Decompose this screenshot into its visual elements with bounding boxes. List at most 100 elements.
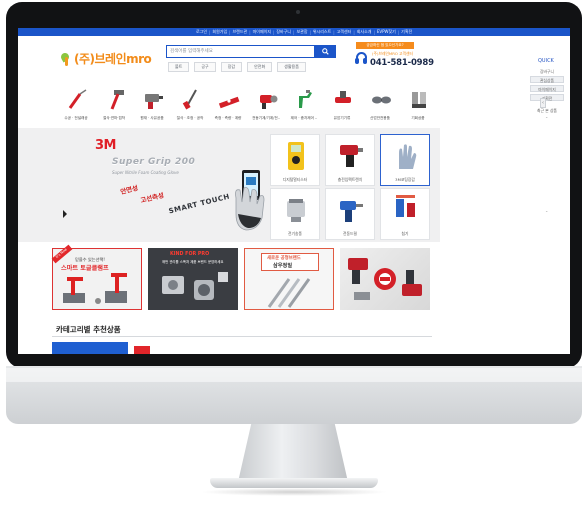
product-tile[interactable]: 충전임팩트렌치 <box>325 134 375 186</box>
util-separator: | <box>229 29 231 35</box>
category-8[interactable]: 유압기기류 <box>324 82 360 130</box>
utility-links: 로그인 | 회원가입 | 브랜드관 | 마이페이지 | 장바구니 | 보관함 | 위시리스트 | 고객센터 |… <box>196 28 412 36</box>
hero-subtitle: Super Nitrile Foam Coating Glove <box>112 170 179 175</box>
category-6[interactable]: 전동기계/기계/전.. <box>248 82 284 130</box>
category-label: 기회상품 <box>411 116 425 120</box>
quick-item-mypage[interactable]: 마이페이지 <box>530 85 564 92</box>
valve-icon <box>332 88 354 110</box>
category-3[interactable]: 원재 · 사유공품 <box>134 82 170 130</box>
util-separator: | <box>309 29 311 35</box>
chevron-down-icon[interactable]: ⌄ <box>545 208 548 213</box>
cs-banner[interactable]: 궁금하신 점 있으신가요? <box>356 42 414 49</box>
headset-icon-right <box>363 58 367 64</box>
hero-banner[interactable] <box>18 128 440 242</box>
promo-line: 매번 관리를 스폭처 제품 브랜드 문영하세요 <box>162 260 224 264</box>
category-5[interactable]: 측정 · 측량 · 계량 <box>210 82 246 130</box>
search-icon <box>321 48 329 55</box>
promo-line: 새로운 공형브랜드 <box>267 256 301 261</box>
electric-drill-icon <box>338 195 364 225</box>
cs-phone: 041-581-0989 <box>370 58 434 68</box>
util-link[interactable]: 장바구니 <box>276 28 291 36</box>
goggles-icon <box>370 88 392 110</box>
quick-recent-label: 최근 본 상품 <box>537 108 557 113</box>
cutter-icon <box>408 88 430 110</box>
grinder-icon <box>256 88 278 110</box>
category-4[interactable]: 절삭 · 조정 · 공작 <box>172 82 208 130</box>
util-link[interactable]: 고객센터 <box>337 28 352 36</box>
site-logo[interactable]: (주)브레인mro <box>60 50 152 67</box>
category-2[interactable]: 절삭·연마·접착 <box>96 82 132 130</box>
file-tool-icon <box>180 88 202 110</box>
product-tile-label: 충전임팩트렌치 <box>337 177 363 182</box>
hero-brand: 3M <box>95 138 116 153</box>
util-link[interactable]: 회원가입 <box>212 28 227 36</box>
blower-icon <box>283 195 309 225</box>
drill-icon <box>142 88 164 110</box>
util-link[interactable]: EVPW찾기 <box>377 28 396 36</box>
headset-icon-left <box>355 58 359 64</box>
chevron-up-icon[interactable]: ⌃ <box>545 116 548 121</box>
hot-keyword[interactable]: 생활용품 <box>277 62 306 72</box>
promo-title: KIND FOR PRO <box>170 252 210 257</box>
promo-banner-tools[interactable] <box>340 248 430 310</box>
chin-highlight <box>6 368 582 382</box>
category-7[interactable]: 제어 · 종자제어 .. <box>286 82 322 130</box>
camera-dot <box>296 10 300 14</box>
util-link[interactable]: 기획전 <box>401 28 412 36</box>
hot-keyword[interactable]: 볼트 <box>168 62 190 72</box>
quick-item-cart[interactable]: 장바구니 <box>530 68 564 75</box>
product-tile-label: 3M코팅장갑 <box>395 177 415 182</box>
hero-prev-arrow-icon[interactable] <box>63 210 67 218</box>
hammer-icon <box>104 88 126 110</box>
product-tile[interactable]: 3M코팅장갑 <box>380 134 430 186</box>
product-tile[interactable]: 칩기 <box>380 188 430 240</box>
power-tools-icon <box>348 258 422 300</box>
util-separator: | <box>397 29 400 35</box>
promo-banner-toggle-clamp[interactable]: It's New 믿을수 있는선택! 스마트 토글클램프 <box>51 244 142 310</box>
promo-title: 삼우정밀 <box>273 263 293 269</box>
product-tile-label: 칩기 <box>401 231 409 236</box>
product-tile-label: 디지털멀티스터 <box>282 177 308 182</box>
category-9[interactable]: 산업안전용품 <box>362 82 398 130</box>
product-tile[interactable]: 디지털멀티스터 <box>270 134 320 186</box>
quick-title: QUICK <box>538 58 554 64</box>
product-tile[interactable]: 전동드릴 <box>325 188 375 240</box>
util-link[interactable]: 마이페이지 <box>253 28 271 36</box>
promo-banner-brand[interactable]: 새로운 공형브랜드 삼우정밀 <box>244 248 334 310</box>
stand-shadow <box>200 488 388 496</box>
util-separator: | <box>249 29 251 35</box>
quick-item-wishlist[interactable]: 관심상품 <box>530 76 564 83</box>
category-nav: 수공 · 전설래공 절삭·연마·접착 원재 · 사유공품 절삭 · 조정 · 공작 측정… <box>58 82 438 130</box>
glove-icon <box>393 141 419 171</box>
util-link[interactable]: 회사소개 <box>357 28 372 36</box>
new-ribbon: It's New <box>51 244 73 264</box>
impact-wrench-icon <box>338 141 364 171</box>
section-tab-active[interactable] <box>52 342 128 354</box>
util-link[interactable]: 보관함 <box>296 28 307 36</box>
search-button[interactable] <box>314 45 336 58</box>
hot-keyword[interactable]: 안전화 <box>247 62 273 72</box>
category-10[interactable]: 기회상품 <box>400 82 436 130</box>
level-icon <box>218 88 240 110</box>
logo-text: (주)브레인mro <box>74 52 152 66</box>
util-separator: | <box>273 29 275 35</box>
product-tile[interactable]: 전기송풍 <box>270 188 320 240</box>
util-link[interactable]: 로그인 <box>196 28 207 36</box>
hot-keyword[interactable]: 장갑 <box>220 62 243 72</box>
monitor-stand-base <box>210 478 378 488</box>
screen: 로그인 | 회원가입 | 브랜드관 | 마이페이지 | 장바구니 | 보관함 | 위시리스트 | 고객센터 |… <box>18 28 570 354</box>
util-separator: | <box>293 29 295 35</box>
search-input[interactable]: 검색어를 입력해주세요 <box>166 45 332 58</box>
section-tab-marker <box>134 346 150 354</box>
util-separator: | <box>333 29 335 35</box>
category-1[interactable]: 수공 · 전설래공 <box>58 82 94 130</box>
glove-phone-icon <box>235 170 265 231</box>
promo-banner-pro[interactable]: KIND FOR PRO 매번 관리를 스폭처 제품 브랜드 문영하세요 <box>148 248 238 310</box>
sidebar-collapse-button[interactable]: ‹ <box>540 98 546 108</box>
product-tile-label: 전동드릴 <box>343 231 357 236</box>
hot-keyword[interactable]: 공구 <box>194 62 216 72</box>
util-link[interactable]: 브랜드관 <box>233 28 248 36</box>
quick-item-events[interactable]: 기획전 <box>530 94 564 101</box>
util-link[interactable]: 위시리스트 <box>313 28 331 36</box>
mockup-stage: 로그인 | 회원가입 | 브랜드관 | 마이페이지 | 장바구니 | 보관함 | 위시리스트 | 고객센터 |… <box>0 0 587 506</box>
